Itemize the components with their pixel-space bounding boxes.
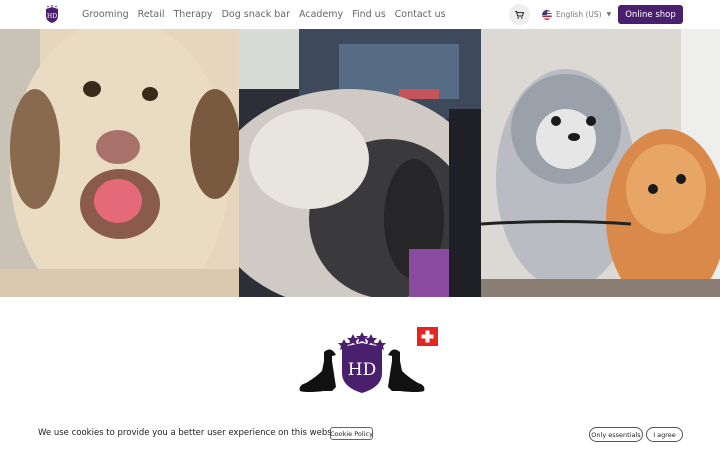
nav-link-dog-snack-bar[interactable]: Dog snack bar bbox=[222, 9, 290, 20]
brand-logo: HD bbox=[296, 325, 438, 397]
us-flag-icon bbox=[542, 9, 552, 20]
hero-photo-doodle bbox=[0, 29, 239, 297]
chevron-down-icon: ▼ bbox=[606, 11, 612, 18]
nav-link-academy[interactable]: Academy bbox=[299, 9, 343, 20]
nav-link-retail[interactable]: Retail bbox=[138, 9, 165, 20]
hero-photo-shaggy-dog bbox=[239, 29, 481, 297]
agree-button[interactable]: I agree bbox=[646, 427, 683, 442]
only-essentials-button[interactable]: Only essentials bbox=[589, 427, 643, 442]
hd-logo-icon[interactable]: HD bbox=[44, 5, 60, 24]
language-selector[interactable]: English (US) ▼ bbox=[542, 8, 611, 21]
cart-button[interactable] bbox=[509, 4, 530, 25]
hero-photo-pomeranians bbox=[481, 29, 720, 297]
hero-gallery bbox=[0, 29, 720, 297]
main-nav: Grooming Retail Therapy Dog snack bar Ac… bbox=[82, 0, 455, 29]
nav-link-find-us[interactable]: Find us bbox=[352, 9, 385, 20]
cookie-policy-link[interactable]: Cookie Policy bbox=[330, 427, 373, 440]
nav-link-grooming[interactable]: Grooming bbox=[82, 9, 129, 20]
swiss-flag-icon bbox=[417, 327, 438, 346]
online-shop-button[interactable]: Online shop bbox=[618, 5, 683, 24]
cookie-message: We use cookies to provide you a better u… bbox=[38, 428, 346, 438]
brand-monogram: HD bbox=[348, 360, 376, 380]
svg-text:HD: HD bbox=[47, 13, 57, 20]
right-dog-silhouette-icon bbox=[388, 349, 425, 392]
language-label: English (US) bbox=[556, 10, 602, 19]
top-navbar: HD Grooming Retail Therapy Dog snack bar… bbox=[0, 0, 720, 29]
left-dog-silhouette-icon bbox=[299, 349, 336, 392]
nav-link-therapy[interactable]: Therapy bbox=[174, 9, 213, 20]
cart-icon bbox=[515, 10, 524, 19]
nav-link-contact-us[interactable]: Contact us bbox=[395, 9, 446, 20]
